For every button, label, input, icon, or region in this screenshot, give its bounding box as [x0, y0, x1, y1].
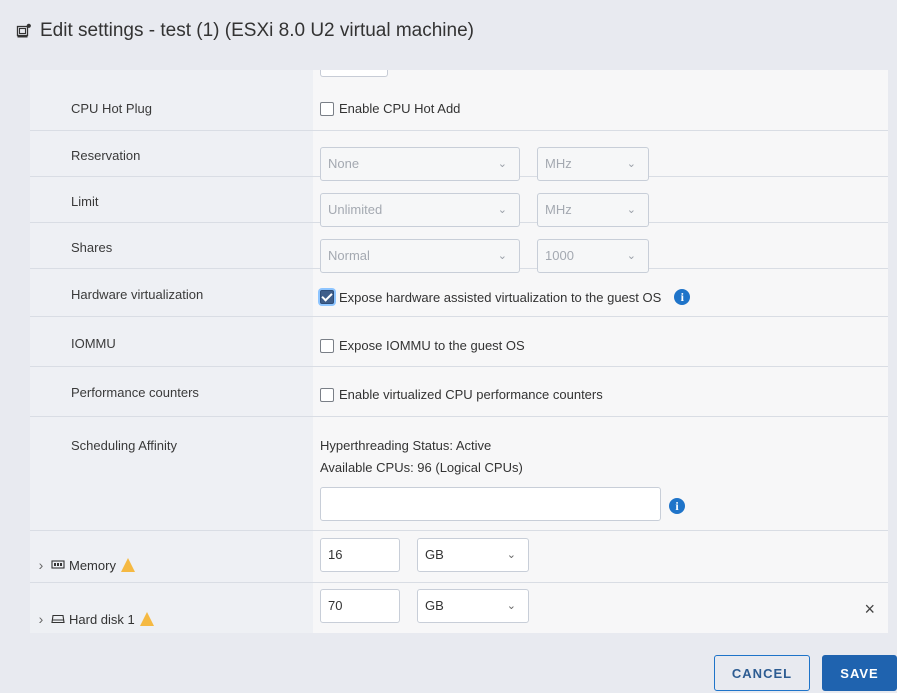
cancel-button[interactable]: CANCEL — [714, 655, 810, 691]
settings-content[interactable]: CPU Hot Plug Enable CPU Hot Add Reservat… — [30, 70, 888, 633]
limit-label-cell: Limit — [30, 176, 313, 222]
iommu-row: IOMMU Expose IOMMU to the guest OS — [30, 316, 888, 367]
shares-label: Shares — [71, 240, 113, 255]
hardware-virtualization-text: Expose hardware assisted virtualization … — [339, 289, 662, 305]
iommu-option[interactable]: Expose IOMMU to the guest OS — [320, 338, 525, 353]
reservation-unit: MHz — [545, 156, 572, 171]
performance-counters-value-cell: Enable virtualized CPU performance count… — [313, 366, 888, 416]
scheduling-affinity-label: Scheduling Affinity — [71, 438, 177, 453]
performance-counters-row: Performance counters Enable virtualized … — [30, 366, 888, 417]
hardware-virtualization-checkbox[interactable] — [320, 290, 334, 304]
scheduling-affinity-label-cell: Scheduling Affinity — [30, 416, 313, 530]
shares-row: Shares Normal ⌄ 1000 ⌄ — [30, 222, 888, 273]
warning-icon — [120, 558, 135, 572]
hardware-virtualization-row: Hardware virtualization Expose hardware … — [30, 268, 888, 317]
memory-unit: GB — [425, 547, 444, 562]
reservation-value: None — [328, 156, 360, 171]
cpu-hot-plug-value-cell: Enable CPU Hot Add — [313, 70, 888, 130]
previous-field-stub — [320, 70, 388, 77]
iommu-label: IOMMU — [71, 336, 116, 351]
hard-disk-unit-select[interactable]: GB ⌄ — [417, 589, 529, 623]
cpu-hot-add-option[interactable]: Enable CPU Hot Add — [320, 101, 460, 116]
available-cpus: Available CPUs: 96 (Logical CPUs) — [320, 460, 523, 475]
hardware-virtualization-label: Hardware virtualization — [71, 287, 204, 302]
memory-value-cell: 16 GB ⌄ — [313, 530, 888, 582]
limit-unit: MHz — [545, 202, 572, 217]
cpu-hot-add-checkbox[interactable] — [320, 101, 334, 116]
chevron-right-icon[interactable]: › — [35, 611, 47, 627]
reservation-label: Reservation — [71, 148, 141, 163]
hard-disk-label: Hard disk 1 — [69, 611, 135, 627]
chevron-down-icon: ⌄ — [506, 549, 516, 561]
limit-value-cell: Unlimited ⌄ MHz ⌄ — [313, 176, 888, 227]
cpu-hot-add-label: Enable CPU Hot Add — [339, 101, 461, 116]
warning-icon — [139, 612, 154, 626]
limit-row: Limit Unlimited ⌄ MHz ⌄ — [30, 176, 888, 227]
memory-label-cell: › Memory — [30, 530, 313, 582]
shares-amount: 1000 — [545, 248, 574, 263]
hard-disk-unit: GB — [425, 598, 444, 613]
dialog-footer: CANCEL SAVE — [0, 633, 897, 693]
memory-size-input[interactable]: 16 — [320, 538, 400, 572]
performance-counters-label-cell: Performance counters — [30, 366, 313, 416]
shares-value-cell: Normal ⌄ 1000 ⌄ — [313, 222, 888, 273]
memory-label: Memory — [69, 557, 116, 573]
scheduling-affinity-value-cell: Hyperthreading Status: Active Available … — [313, 416, 888, 530]
hardware-virtualization-value-cell: Expose hardware assisted virtualization … — [313, 268, 888, 316]
cpu-hot-plug-row: CPU Hot Plug Enable CPU Hot Add — [30, 70, 888, 131]
chevron-right-icon[interactable]: › — [35, 557, 47, 573]
iommu-text: Expose IOMMU to the guest OS — [339, 338, 525, 353]
hardware-virtualization-label-cell: Hardware virtualization — [30, 268, 313, 316]
hardware-virtualization-option[interactable]: Expose hardware assisted virtualization … — [320, 289, 691, 305]
memory-row: › Memory 16 GB ⌄ — [30, 530, 888, 583]
close-icon[interactable]: × — [864, 600, 875, 618]
shares-label-cell: Shares — [30, 222, 313, 268]
chevron-down-icon: ⌄ — [506, 600, 516, 612]
limit-label: Limit — [71, 194, 99, 209]
hard-disk-size-input[interactable]: 70 — [320, 589, 400, 623]
dialog-header: Edit settings - test (1) (ESXi 8.0 U2 vi… — [0, 0, 897, 70]
shares-value: Normal — [328, 248, 370, 263]
memory-unit-select[interactable]: GB ⌄ — [417, 538, 529, 572]
dialog-title-wrap: Edit settings - test (1) (ESXi 8.0 U2 vi… — [16, 19, 474, 43]
dialog-title: Edit settings - test (1) (ESXi 8.0 U2 vi… — [40, 20, 474, 41]
save-button[interactable]: SAVE — [822, 655, 897, 691]
info-icon[interactable]: i — [669, 498, 685, 514]
scheduling-affinity-row: Scheduling Affinity Hyperthreading Statu… — [30, 416, 888, 531]
limit-value: Unlimited — [328, 202, 383, 217]
performance-counters-option[interactable]: Enable virtualized CPU performance count… — [320, 387, 603, 402]
iommu-checkbox[interactable] — [320, 338, 334, 353]
reservation-label-cell: Reservation — [30, 130, 313, 176]
hyperthreading-status: Hyperthreading Status: Active — [320, 438, 492, 453]
performance-counters-label: Performance counters — [71, 385, 199, 400]
hard-disk-row: › Hard disk 1 70 GB ⌄ × — [30, 582, 888, 633]
cpu-hot-plug-label-cell: CPU Hot Plug — [30, 70, 313, 130]
disk-icon — [51, 614, 65, 624]
vm-icon — [16, 23, 31, 38]
info-icon[interactable]: i — [674, 289, 691, 305]
performance-counters-checkbox[interactable] — [320, 387, 334, 402]
hard-disk-label-cell: › Hard disk 1 — [30, 582, 313, 633]
performance-counters-text: Enable virtualized CPU performance count… — [339, 387, 603, 402]
iommu-label-cell: IOMMU — [30, 316, 313, 366]
memory-icon — [51, 560, 65, 569]
cpu-hot-plug-label: CPU Hot Plug — [71, 101, 152, 116]
hard-disk-value-cell: 70 GB ⌄ × — [313, 582, 888, 633]
scheduling-affinity-input[interactable] — [320, 487, 661, 521]
reservation-value-cell: None ⌄ MHz ⌄ — [313, 130, 888, 181]
reservation-row: Reservation None ⌄ MHz ⌄ — [30, 130, 888, 181]
hard-disk-device-label[interactable]: › Hard disk 1 — [35, 611, 155, 627]
memory-device-label[interactable]: › Memory — [35, 557, 136, 573]
iommu-value-cell: Expose IOMMU to the guest OS — [313, 316, 888, 366]
